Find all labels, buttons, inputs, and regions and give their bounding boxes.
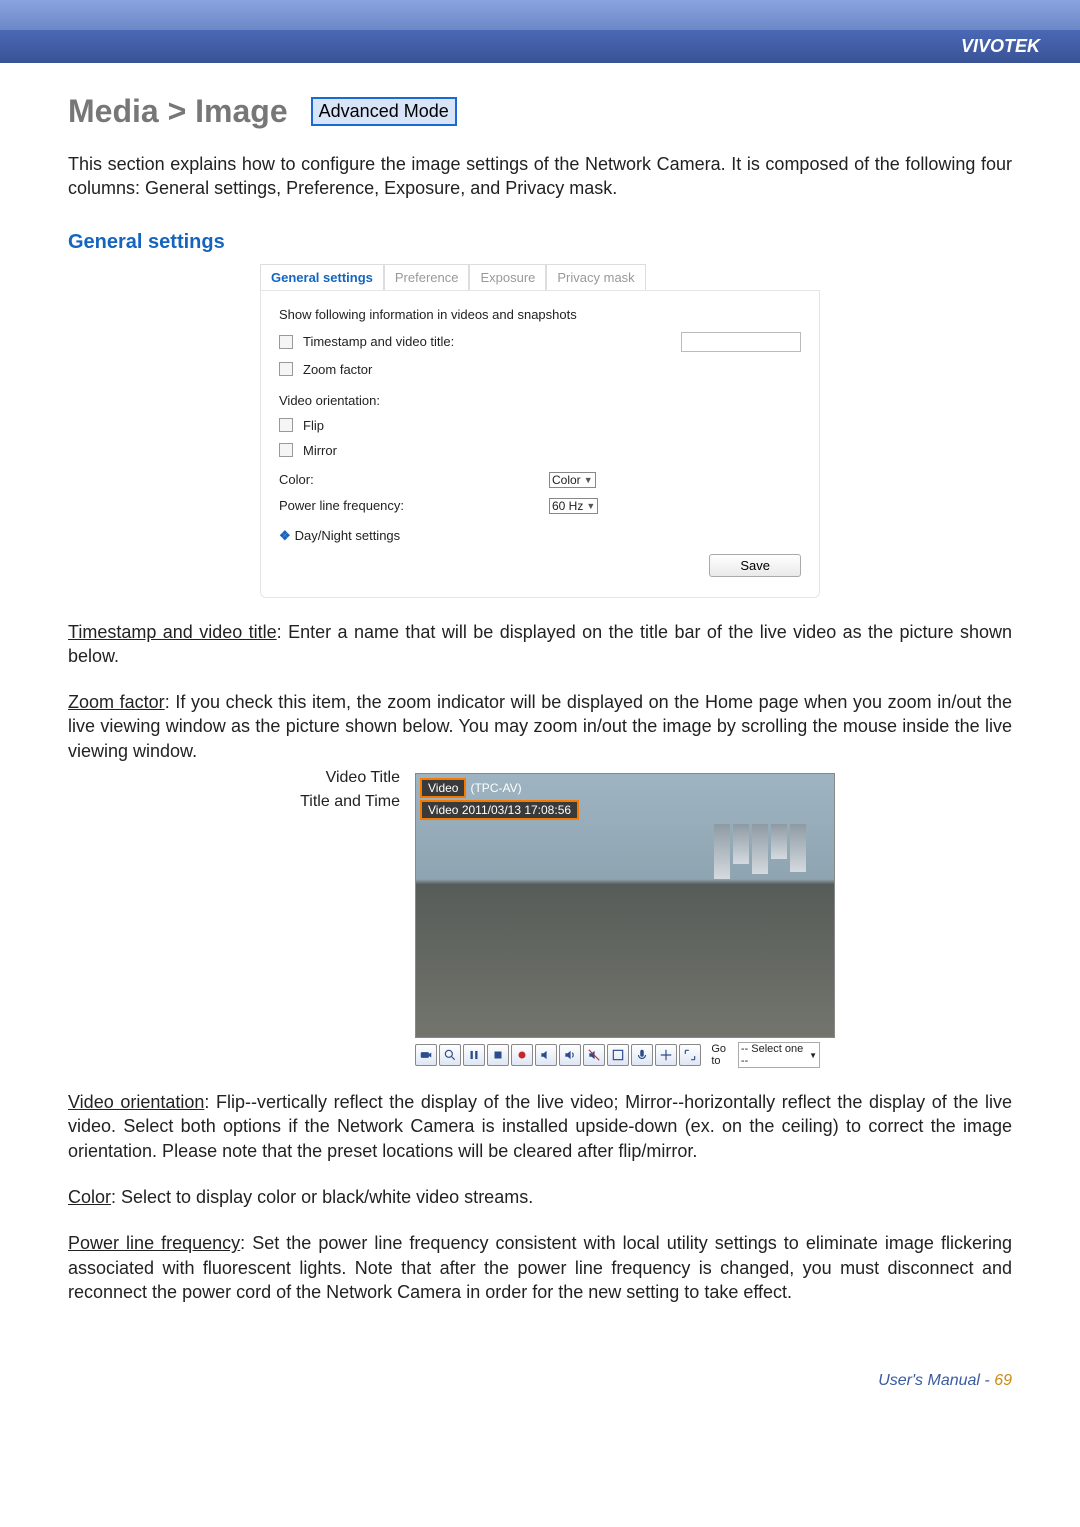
footer-page: 69 xyxy=(994,1372,1012,1389)
mic-off-icon[interactable] xyxy=(583,1044,605,1066)
tabs-row: General settings Preference Exposure Pri… xyxy=(260,264,820,290)
top-gradient xyxy=(0,0,1080,30)
desc-color-title: Color xyxy=(68,1187,111,1207)
fullscreen-icon[interactable] xyxy=(607,1044,629,1066)
save-button[interactable]: Save xyxy=(709,554,801,577)
row-mirror: Mirror xyxy=(279,443,801,458)
desc-orientation-title: Video orientation xyxy=(68,1092,204,1112)
checkbox-zoom[interactable] xyxy=(279,362,293,376)
speaker-icon[interactable] xyxy=(559,1044,581,1066)
desc-powerline: Power line frequency: Set the power line… xyxy=(68,1231,1012,1304)
tab-preference[interactable]: Preference xyxy=(384,264,470,290)
desc-timestamp-title: Timestamp and video title xyxy=(68,622,277,642)
page-footer: User's Manual - 69 xyxy=(0,1354,1080,1420)
pause-icon[interactable] xyxy=(463,1044,485,1066)
row-daynight[interactable]: ❖ Day/Night settings xyxy=(279,528,801,544)
page-title: Media > Image xyxy=(68,93,288,130)
desc-orientation: Video orientation: Flip--vertically refl… xyxy=(68,1090,1012,1163)
mic-icon[interactable] xyxy=(631,1044,653,1066)
desc-zoom-title: Zoom factor xyxy=(68,692,165,712)
settings-panel: General settings Preference Exposure Pri… xyxy=(260,264,820,598)
select-frequency[interactable]: 60 Hz xyxy=(549,498,598,514)
row-flip: Flip xyxy=(279,418,801,433)
advanced-mode-badge: Advanced Mode xyxy=(311,97,457,126)
tab-general-settings[interactable]: General settings xyxy=(260,264,384,290)
goto-select[interactable]: -- Select one -- xyxy=(738,1042,820,1068)
label-timestamp: Timestamp and video title: xyxy=(303,334,454,349)
desc-color: Color: Select to display color or black/… xyxy=(68,1185,1012,1209)
label-orientation: Video orientation: xyxy=(279,393,801,408)
brand-name: VIVOTEK xyxy=(961,36,1040,56)
label-color: Color: xyxy=(279,472,549,487)
ptz-icon[interactable] xyxy=(655,1044,677,1066)
checkbox-timestamp[interactable] xyxy=(279,335,293,349)
general-settings-heading: General settings xyxy=(68,231,1012,254)
skyline-graphic xyxy=(714,824,824,884)
tab-exposure[interactable]: Exposure xyxy=(469,264,546,290)
label-flip: Flip xyxy=(303,418,324,433)
stop-icon[interactable] xyxy=(487,1044,509,1066)
label-daynight: Day/Night settings xyxy=(295,528,401,543)
record-icon[interactable] xyxy=(511,1044,533,1066)
video-toolbar: Go to -- Select one -- xyxy=(415,1042,820,1068)
info-heading: Show following information in videos and… xyxy=(279,307,801,322)
row-color: Color: Color xyxy=(279,472,801,488)
input-video-title[interactable] xyxy=(681,332,801,352)
overlay-title-time: Video 2011/03/13 17:08:56 xyxy=(420,800,579,820)
intro-paragraph: This section explains how to configure t… xyxy=(68,152,1012,201)
panel-body: Show following information in videos and… xyxy=(260,290,820,598)
volume-up-icon[interactable] xyxy=(535,1044,557,1066)
desc-zoom: Zoom factor: If you check this item, the… xyxy=(68,690,1012,763)
label-mirror: Mirror xyxy=(303,443,337,458)
label-zoom: Zoom factor xyxy=(303,362,372,377)
row-frequency: Power line frequency: 60 Hz xyxy=(279,498,801,514)
row-zoom: Zoom factor xyxy=(279,362,801,377)
expand-icon: ❖ xyxy=(279,528,291,544)
checkbox-mirror[interactable] xyxy=(279,443,293,457)
zoom-icon[interactable] xyxy=(439,1044,461,1066)
desc-timestamp: Timestamp and video title: Enter a name … xyxy=(68,620,1012,669)
video-preview-block: Video Title Title and Time Video (TPC-AV… xyxy=(260,773,820,1068)
footer-label: User's Manual - xyxy=(878,1372,994,1389)
expand-icon[interactable] xyxy=(679,1044,701,1066)
callout-title-time: Title and Time xyxy=(250,793,400,811)
row-timestamp: Timestamp and video title: xyxy=(279,332,801,352)
page-content: Media > Image Advanced Mode This section… xyxy=(0,63,1080,1354)
camera-icon[interactable] xyxy=(415,1044,437,1066)
select-color[interactable]: Color xyxy=(549,472,596,488)
checkbox-flip[interactable] xyxy=(279,418,293,432)
callout-video-title: Video Title xyxy=(250,769,400,787)
brand-bar: VIVOTEK xyxy=(0,30,1080,63)
label-frequency: Power line frequency: xyxy=(279,498,549,513)
desc-powerline-title: Power line frequency xyxy=(68,1233,240,1253)
video-preview: Video (TPC-AV) Video 2011/03/13 17:08:56 xyxy=(415,773,835,1038)
tab-privacy-mask[interactable]: Privacy mask xyxy=(546,264,645,290)
page-heading-row: Media > Image Advanced Mode xyxy=(68,93,1012,130)
overlay-video-title: Video (TPC-AV) xyxy=(420,778,522,798)
goto-label: Go to xyxy=(711,1043,736,1067)
